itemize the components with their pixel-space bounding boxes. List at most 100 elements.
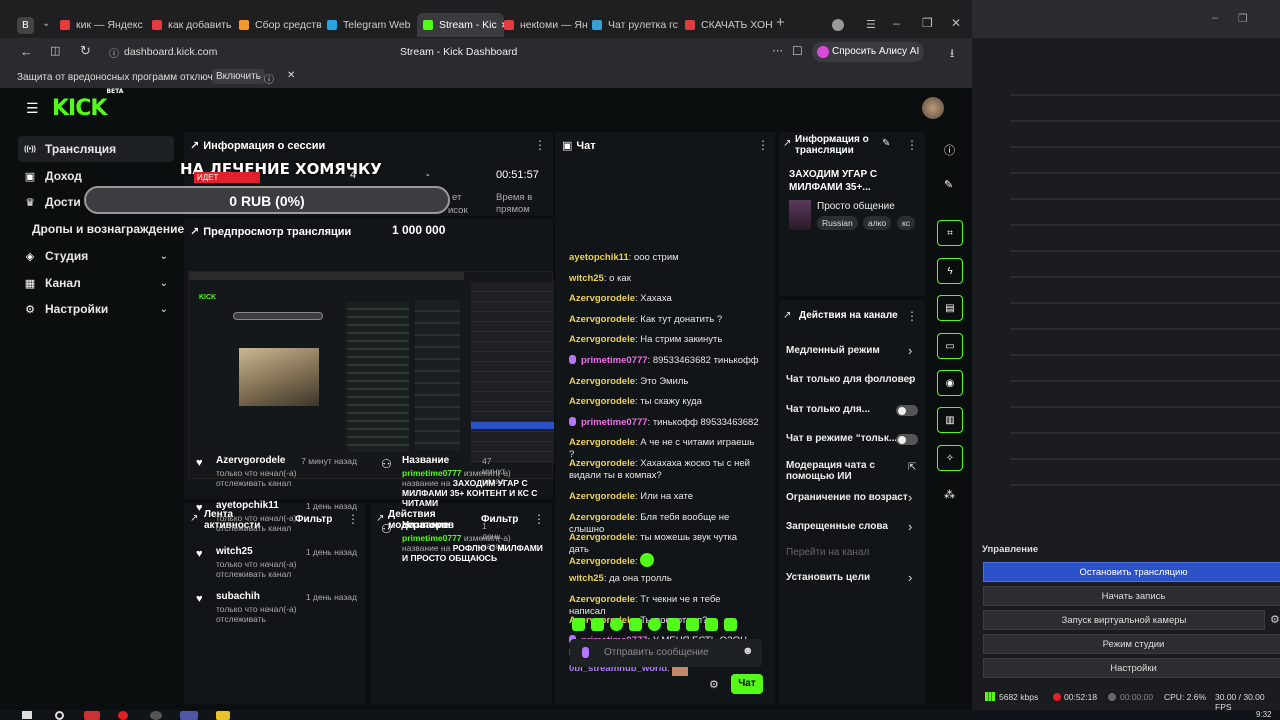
notes-tool-icon[interactable]: ▤ <box>937 295 963 321</box>
edit-info-icon[interactable]: ✎ <box>882 138 890 149</box>
layout-tool-icon[interactable]: ▥ <box>937 407 963 433</box>
start-icon[interactable] <box>22 711 32 719</box>
sidebar-item[interactable]: ▦ Канал ⌄ <box>18 270 174 296</box>
bookmark-icon[interactable]: ☐ <box>792 44 803 58</box>
taskbar-app-icon[interactable] <box>150 711 162 720</box>
mod-action-user[interactable]: primetime0777 <box>402 468 462 478</box>
activity-username[interactable]: witch25 <box>216 546 253 557</box>
dismiss-warning-icon[interactable]: ✕ <box>287 70 295 81</box>
channel-actions-more-icon[interactable]: ⋮ <box>906 309 918 323</box>
preview-arrow-icon[interactable]: ↗ <box>190 226 199 238</box>
alice-button[interactable]: Спросить Алису AI <box>812 42 924 62</box>
tag-pill[interactable]: кс <box>897 216 916 230</box>
session-panel-arrow-icon[interactable]: ↗ <box>190 140 199 152</box>
mod-action-user[interactable]: primetime0777 <box>402 533 462 543</box>
chevron-right-icon[interactable]: › <box>908 519 912 534</box>
stream-info-more-icon[interactable]: ⋮ <box>906 138 918 152</box>
chat-username[interactable]: Azervgorodele <box>569 293 635 304</box>
emote-row[interactable] <box>572 618 762 632</box>
chat-username[interactable]: Azervgorodele <box>569 532 635 543</box>
tab-list-chevron-icon[interactable]: ⌄ <box>42 18 50 29</box>
chat-username[interactable]: Azervgorodele <box>569 437 635 448</box>
emote-icon[interactable] <box>667 618 680 631</box>
activity-username[interactable]: ayetopchik11 <box>216 500 279 511</box>
chat-username[interactable]: Azervgorodele <box>569 396 635 407</box>
browser-tab[interactable]: как добавить <box>152 14 239 36</box>
back-icon[interactable]: ← <box>20 44 33 59</box>
obs-restore-icon[interactable]: ❐ <box>1238 12 1248 25</box>
chat-username[interactable]: primetime0777 <box>581 417 648 428</box>
obs-control-button[interactable]: Запуск виртуальной камеры <box>983 610 1265 630</box>
obs-control-button[interactable]: Начать запись <box>983 586 1280 606</box>
chevron-right-icon[interactable]: › <box>908 343 912 358</box>
browser-tab[interactable]: Telegram Web <box>327 14 414 36</box>
tag-pill[interactable]: Russian <box>817 216 858 230</box>
chat-username[interactable]: Azervgorodele <box>569 512 635 523</box>
browser-tab[interactable]: Чат рулетка гс <box>592 14 679 36</box>
obs-control-button[interactable]: Остановить трансляцию <box>983 562 1280 582</box>
taskbar-app-icon[interactable] <box>84 711 100 720</box>
chevron-right-icon[interactable]: › <box>908 570 912 585</box>
search-icon[interactable] <box>55 711 64 720</box>
site-info-icon[interactable]: ⓘ <box>109 45 119 60</box>
reload-icon[interactable]: ↻ <box>80 43 91 59</box>
browser-menu-icon[interactable]: B <box>17 17 34 34</box>
chat-username[interactable]: Azervgorodele <box>569 556 635 567</box>
browser-tab[interactable]: Сбор средств <box>239 14 326 36</box>
profile-icon[interactable] <box>832 19 844 31</box>
emote-icon[interactable] <box>610 618 623 631</box>
channel-action-row[interactable]: Медленный режим <box>786 345 920 356</box>
chat-username[interactable]: ayetopchik11 <box>569 252 629 263</box>
url-field[interactable]: dashboard.kick.com <box>124 46 217 58</box>
sidebar-item[interactable]: ◈ Студия ⌄ <box>18 243 174 269</box>
enable-protection-button[interactable]: Включить <box>212 69 265 84</box>
stream-info-arrow-icon[interactable]: ↗ <box>783 138 791 149</box>
info-icon[interactable]: ⓘ <box>944 142 955 158</box>
emote-icon[interactable] <box>648 618 661 631</box>
external-link-icon[interactable]: ⇱ <box>908 462 916 473</box>
restore-icon[interactable]: ❐ <box>922 16 933 30</box>
notifications-icon[interactable]: ☰ <box>866 18 876 31</box>
tag-pill[interactable]: алко <box>863 216 892 230</box>
obs-minimize-icon[interactable]: – <box>1212 12 1218 24</box>
emote-icon[interactable] <box>591 618 604 631</box>
channel-action-row[interactable]: Чат только для фолловер <box>786 374 920 385</box>
new-tab-icon[interactable]: + <box>776 14 785 31</box>
chat-username[interactable]: primetime0777 <box>581 355 648 366</box>
sidebar-item[interactable]: ⚙ Настройки ⌄ <box>18 296 174 322</box>
channel-actions-arrow-icon[interactable]: ↗ <box>783 310 791 321</box>
more-icon[interactable]: ⋯ <box>772 44 783 57</box>
wrench-tool-icon[interactable]: ✧ <box>937 445 963 471</box>
close-window-icon[interactable]: ✕ <box>951 16 961 30</box>
download-icon[interactable]: ⭳ <box>950 44 954 65</box>
obs-config-icon[interactable]: ⚙ <box>1270 613 1280 626</box>
mod-more-icon[interactable]: ⋮ <box>533 512 545 526</box>
chat-username[interactable]: Azervgorodele <box>569 314 635 325</box>
chevron-right-icon[interactable]: › <box>908 372 912 387</box>
channel-action-row[interactable]: Модерация чата с помощью ИИ <box>786 460 896 482</box>
browser-tab[interactable]: СКАЧАТЬ ХОН <box>685 14 772 36</box>
sidebar-item[interactable]: ((•)) Трансляция <box>18 136 174 162</box>
taskbar-app-icon[interactable] <box>180 711 198 720</box>
chat-username[interactable]: Azervgorodele <box>569 594 635 605</box>
emote-icon[interactable] <box>629 618 642 631</box>
chat-input[interactable]: Отправить сообщение ☻ <box>570 639 762 667</box>
hamburger-menu-icon[interactable]: ☰ <box>26 100 39 117</box>
session-more-icon[interactable]: ⋮ <box>534 138 546 152</box>
chevron-right-icon[interactable]: › <box>908 490 912 505</box>
taskbar-clock[interactable]: 9:32 <box>1256 710 1272 719</box>
chat-username[interactable]: witch25 <box>569 573 604 584</box>
channel-action-row[interactable]: Установить цели <box>786 572 920 583</box>
emote-icon[interactable] <box>686 618 699 631</box>
toggle-switch[interactable] <box>896 434 918 445</box>
chat-settings-icon[interactable]: ⚙ <box>709 678 719 691</box>
browser-tab[interactable]: некtоми — Ян <box>504 14 591 36</box>
emoji-icon[interactable]: ☻ <box>742 645 754 657</box>
channel-action-row[interactable]: Запрещенные слова <box>786 521 920 532</box>
browser-tab[interactable]: кик — Яндекс <box>60 14 147 36</box>
fullscreen-tool-icon[interactable]: ⌗ <box>937 220 963 246</box>
user-avatar[interactable] <box>922 97 944 119</box>
chat-username[interactable]: Azervgorodele <box>569 334 635 345</box>
emote-icon[interactable] <box>572 618 585 631</box>
minimize-icon[interactable]: – <box>893 16 900 30</box>
